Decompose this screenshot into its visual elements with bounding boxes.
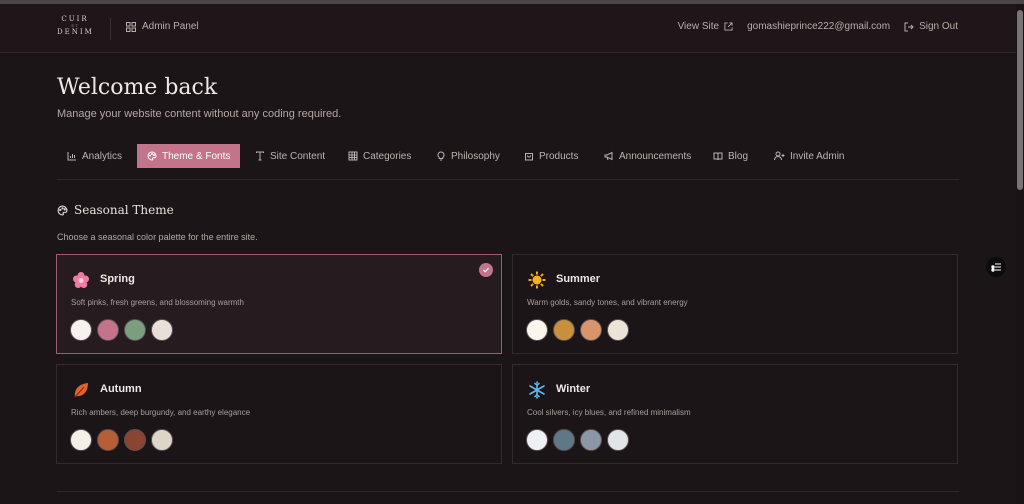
- bar-chart-icon: [67, 152, 76, 161]
- header-divider: [110, 18, 111, 40]
- sun-icon: [528, 271, 546, 289]
- page-title: Welcome back: [57, 75, 218, 100]
- section-divider: [57, 491, 959, 492]
- dashboard-icon: [126, 21, 136, 32]
- theme-description: Cool silvers, icy blues, and refined min…: [527, 408, 691, 417]
- color-swatch: [97, 429, 119, 451]
- color-swatch: [553, 319, 575, 341]
- book-icon: [713, 152, 723, 161]
- theme-description: Warm golds, sandy tones, and vibrant ene…: [527, 298, 688, 307]
- scrollbar-thumb[interactable]: [1017, 10, 1023, 190]
- color-swatch: [553, 429, 575, 451]
- tab-theme-fonts[interactable]: Theme & Fonts: [137, 144, 241, 168]
- tab-label: Invite Admin: [790, 150, 845, 162]
- color-swatch: [97, 319, 119, 341]
- tab-announcements[interactable]: Announcements: [594, 144, 701, 168]
- palette-icon: [57, 205, 68, 215]
- sign-out-text: Sign Out: [919, 21, 958, 32]
- tab-invite-admin[interactable]: Invite Admin: [764, 144, 854, 168]
- color-swatch: [607, 429, 629, 451]
- theme-card-autumn[interactable]: Autumn Rich ambers, deep burgundy, and e…: [56, 364, 502, 464]
- megaphone-icon: [604, 151, 613, 161]
- theme-name: Winter: [556, 383, 591, 395]
- admin-header: CUIR ET DENIM Admin Panel View Site goma…: [0, 4, 1016, 53]
- color-swatches: [70, 429, 173, 451]
- admin-panel-text: Admin Panel: [142, 21, 199, 32]
- external-link-icon: [724, 22, 733, 31]
- theme-card-spring[interactable]: Spring Soft pinks, fresh greens, and blo…: [56, 254, 502, 354]
- page-subtitle: Manage your website content without any …: [57, 108, 342, 120]
- theme-name: Summer: [556, 273, 601, 285]
- color-swatch: [580, 319, 602, 341]
- user-email: gomashieprince222@gmail.com: [747, 21, 891, 32]
- admin-panel-label: Admin Panel: [126, 21, 199, 32]
- tab-categories[interactable]: Categories: [338, 144, 421, 168]
- color-swatch: [580, 429, 602, 451]
- section-heading: Seasonal Theme: [57, 203, 174, 217]
- flower-icon: [73, 272, 89, 288]
- text-icon: [256, 151, 264, 161]
- leaf-icon: [74, 383, 88, 398]
- tab-label: Theme & Fonts: [162, 150, 231, 162]
- tab-label: Products: [539, 150, 579, 162]
- color-swatch: [151, 319, 173, 341]
- color-swatch: [526, 429, 548, 451]
- lightbulb-icon: [437, 151, 445, 161]
- tab-label: Site Content: [270, 150, 326, 162]
- tab-site-content[interactable]: Site Content: [245, 144, 335, 168]
- color-swatch: [124, 429, 146, 451]
- view-site-link[interactable]: View Site: [678, 21, 734, 32]
- color-swatches: [526, 429, 629, 451]
- theme-description: Rich ambers, deep burgundy, and earthy e…: [71, 408, 251, 417]
- tab-label: Analytics: [82, 150, 123, 162]
- tab-blog[interactable]: Blog: [703, 144, 758, 168]
- color-swatch: [526, 319, 548, 341]
- color-swatch: [124, 319, 146, 341]
- grid-icon: [348, 151, 358, 161]
- shopping-bag-icon: [525, 153, 533, 161]
- sliders-icon: [990, 263, 1001, 272]
- section-title: Seasonal Theme: [74, 203, 174, 217]
- brand-logo[interactable]: CUIR ET DENIM: [57, 16, 93, 36]
- floating-settings-button[interactable]: [986, 257, 1006, 277]
- tab-products[interactable]: Products: [514, 144, 588, 168]
- view-site-text: View Site: [677, 21, 720, 32]
- selected-check-icon: [479, 263, 493, 277]
- color-swatch: [70, 429, 92, 451]
- user-plus-icon: [774, 151, 785, 161]
- theme-card-summer[interactable]: Summer Warm golds, sandy tones, and vibr…: [512, 254, 958, 354]
- page-scrollbar[interactable]: [1016, 4, 1024, 504]
- theme-name: Autumn: [100, 383, 142, 395]
- color-swatches: [526, 319, 629, 341]
- tab-analytics[interactable]: Analytics: [57, 144, 132, 168]
- sign-out-button[interactable]: Sign Out: [904, 21, 958, 32]
- tab-philosophy[interactable]: Philosophy: [426, 144, 510, 168]
- sign-out-icon: [904, 22, 914, 31]
- color-swatch: [70, 319, 92, 341]
- theme-description: Soft pinks, fresh greens, and blossoming…: [71, 298, 244, 307]
- logo-line-3: DENIM: [57, 28, 94, 36]
- theme-name: Spring: [100, 273, 135, 285]
- tab-label: Blog: [728, 150, 749, 162]
- palette-icon: [147, 151, 157, 161]
- logo-line-1: CUIR: [61, 15, 89, 23]
- color-swatches: [70, 319, 173, 341]
- tab-label: Philosophy: [451, 150, 500, 162]
- tab-label: Announcements: [619, 150, 692, 162]
- theme-card-winter[interactable]: Winter Cool silvers, icy blues, and refi…: [512, 364, 958, 464]
- snowflake-icon: [529, 381, 545, 399]
- color-swatch: [607, 319, 629, 341]
- section-description: Choose a seasonal color palette for the …: [57, 232, 258, 242]
- admin-tabs: Analytics Theme & Fonts Site Content Cat…: [57, 144, 959, 180]
- color-swatch: [151, 429, 173, 451]
- tab-label: Categories: [363, 150, 412, 162]
